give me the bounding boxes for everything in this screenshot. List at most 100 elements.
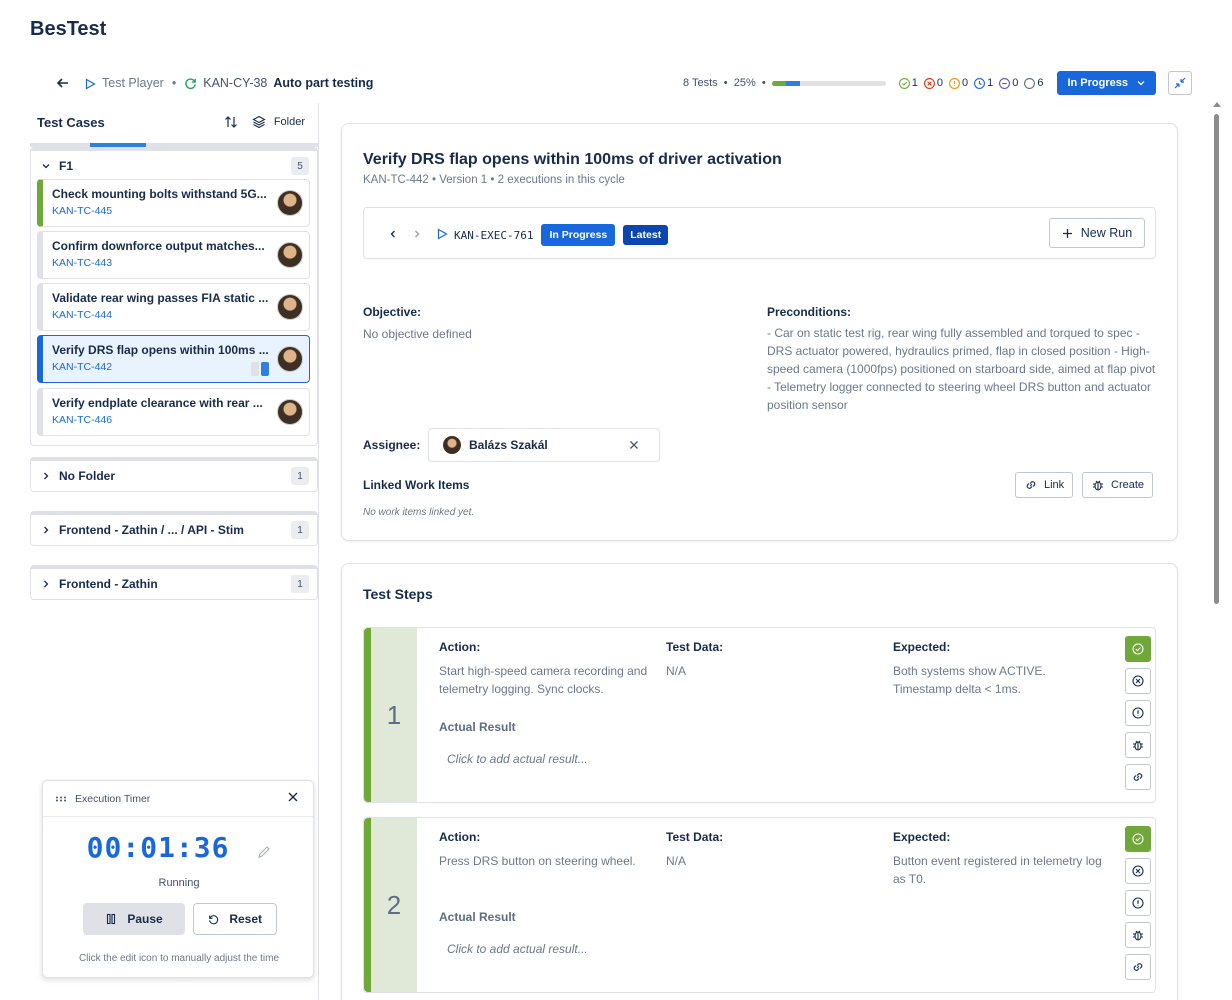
scrollbar[interactable] <box>1212 100 1222 1000</box>
plus-icon <box>1062 228 1072 238</box>
actual-result-label: Actual Result <box>439 910 516 924</box>
assignee-name: Balázs Szakál <box>469 438 548 452</box>
test-step: 1 Action: Start high-speed camera record… <box>363 627 1156 803</box>
folder-header[interactable]: Frontend - Zathin 1 <box>31 569 317 599</box>
cycle-key[interactable]: KAN-CY-38 <box>203 76 267 90</box>
step-actions <box>1121 636 1155 790</box>
actual-result-input[interactable]: Click to add actual result... <box>447 942 588 956</box>
linked-empty-text: No work items linked yet. <box>363 507 475 518</box>
status-count-value: 1 <box>911 77 918 89</box>
panel-title: Test Cases <box>37 114 105 130</box>
pencil-icon[interactable] <box>257 833 271 866</box>
x-circle-icon <box>1132 865 1144 877</box>
folder-header[interactable]: Frontend - Zathin / ... / API - Stim 1 <box>31 515 317 545</box>
status-count-value: 6 <box>1037 77 1044 89</box>
folder-api-stim[interactable]: Frontend - Zathin / ... / API - Stim 1 <box>30 511 318 546</box>
test-case-item[interactable]: Verify endplate clearance with rear ... … <box>37 388 310 436</box>
minus-circle-icon <box>999 77 1011 89</box>
test-case-meta: KAN-TC-442 • Version 1 • 2 executions in… <box>363 174 625 186</box>
preconditions-label: Preconditions: <box>767 305 852 319</box>
folder-toggle[interactable]: Folder <box>252 115 305 129</box>
pause-button[interactable]: Pause <box>83 903 185 935</box>
status-counts: 1 0 0 1 0 6 <box>898 77 1044 90</box>
link-button[interactable]: Link <box>1015 472 1074 498</box>
status-count-value: 0 <box>936 77 943 89</box>
arrow-left-icon[interactable] <box>56 76 70 91</box>
clear-icon[interactable] <box>629 439 639 453</box>
link-icon <box>1133 773 1143 781</box>
test-case-item[interactable]: Confirm downforce output matches... KAN-… <box>37 231 310 279</box>
scroll-up-arrow[interactable] <box>1213 102 1221 107</box>
pause-label: Pause <box>127 912 163 926</box>
new-run-button[interactable]: New Run <box>1049 218 1145 248</box>
check-circle-icon <box>1132 643 1144 655</box>
actual-result-input[interactable]: Click to add actual result... <box>447 752 588 766</box>
test-case-item[interactable]: Validate rear wing passes FIA static ...… <box>37 283 310 331</box>
folder-header[interactable]: F1 5 <box>31 151 317 181</box>
avatar <box>277 190 303 216</box>
drag-handle-icon[interactable] <box>55 796 67 802</box>
folder-count-badge: 1 <box>291 467 309 485</box>
status-count: 0 <box>923 77 943 90</box>
collapse-button[interactable] <box>1168 71 1192 95</box>
avatar <box>277 294 303 320</box>
execution-status-badge: In Progress <box>541 224 616 246</box>
test-data-label: Test Data: <box>666 830 724 844</box>
clock-circle-icon <box>974 77 986 89</box>
cycle-status-label: In Progress <box>1067 77 1128 89</box>
test-case-key: KAN-TC-445 <box>52 205 113 217</box>
cycle-status-dropdown[interactable]: In Progress <box>1057 71 1156 95</box>
test-case-item[interactable]: Verify DRS flap opens within 100ms ... K… <box>37 335 310 383</box>
test-summary: 8 Tests • 25% • <box>683 77 766 89</box>
avatar <box>277 399 303 425</box>
pass-button[interactable] <box>1125 826 1151 852</box>
fail-button[interactable] <box>1125 668 1151 694</box>
reset-button[interactable]: Reset <box>193 903 277 935</box>
chevron-right-icon[interactable] <box>412 228 422 242</box>
preconditions-value: - Car on static test rig, rear wing full… <box>767 326 1156 412</box>
create-button[interactable]: Create <box>1082 472 1154 498</box>
test-case-details-card: Verify DRS flap opens within 100ms of dr… <box>341 123 1178 541</box>
empty-circle-icon <box>1024 77 1036 89</box>
folder-no-folder[interactable]: No Folder 1 <box>30 457 318 492</box>
blocked-button[interactable] <box>1125 700 1151 726</box>
status-count-value: 1 <box>987 77 994 89</box>
report-bug-button[interactable] <box>1125 732 1151 758</box>
test-case-title-heading: Verify DRS flap opens within 100ms of dr… <box>363 151 782 168</box>
step-number: 2 <box>364 818 417 992</box>
chevron-down-icon <box>42 164 50 169</box>
status-count: 1 <box>898 77 918 90</box>
report-bug-button[interactable] <box>1125 922 1151 948</box>
test-case-title: Validate rear wing passes FIA static ... <box>52 291 269 305</box>
step-number: 1 <box>364 628 417 802</box>
pass-button[interactable] <box>1125 636 1151 662</box>
test-step: 2 Action: Press DRS button on steering w… <box>363 817 1156 993</box>
link-icon <box>1133 963 1143 971</box>
link-step-button[interactable] <box>1125 954 1151 980</box>
link-icon <box>1026 481 1036 489</box>
assignee-select[interactable]: Balázs Szakál <box>428 428 660 462</box>
avatar <box>443 436 461 454</box>
cycle-name: Auto part testing <box>273 76 374 90</box>
scrollbar-thumb[interactable] <box>1214 114 1219 604</box>
layers-icon <box>252 115 266 129</box>
blocked-button[interactable] <box>1125 890 1151 916</box>
status-count: 0 <box>998 77 1018 90</box>
expected-value: Both systems show ACTIVE. Timestamp delt… <box>893 664 1046 696</box>
assignee-label: Assignee: <box>363 438 421 452</box>
test-case-key: KAN-TC-444 <box>52 309 113 321</box>
fail-button[interactable] <box>1125 858 1151 884</box>
link-step-button[interactable] <box>1125 764 1151 790</box>
test-case-item[interactable]: Check mounting bolts withstand 5G... KAN… <box>37 179 310 227</box>
folder-name: Frontend - Zathin <box>59 577 158 591</box>
folder-header[interactable]: No Folder 1 <box>31 461 317 491</box>
execution-key: KAN-EXEC-761 <box>454 228 534 242</box>
sort-icon[interactable] <box>224 115 238 129</box>
close-icon[interactable] <box>287 791 299 806</box>
execution-mini-bar <box>251 362 269 376</box>
objective-label: Objective: <box>363 305 422 319</box>
folder-name: F1 <box>59 159 74 173</box>
timer-header[interactable]: Execution Timer <box>43 781 313 817</box>
folder-frontend-zathin[interactable]: Frontend - Zathin 1 <box>30 565 318 600</box>
chevron-left-icon[interactable] <box>388 228 398 242</box>
